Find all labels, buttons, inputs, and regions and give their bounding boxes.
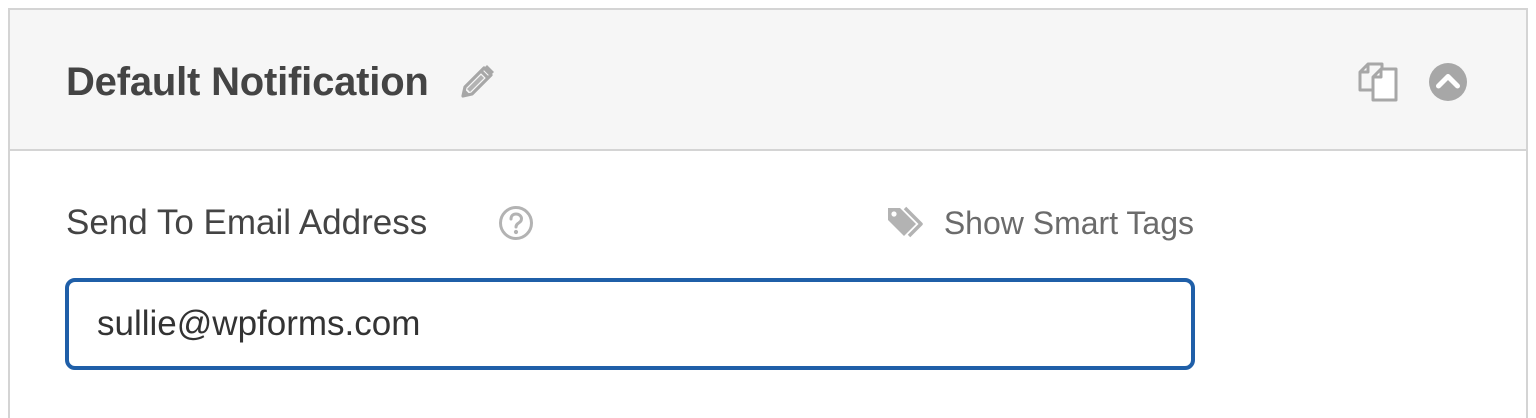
question-circle-icon[interactable] [498,205,534,241]
send-to-email-label: Send To Email Address [66,203,428,242]
show-smart-tags-link[interactable]: Show Smart Tags [886,203,1194,243]
email-input-wrapper [65,278,1195,370]
header-title-group: Default Notification [66,56,497,108]
pencil-icon[interactable] [457,62,497,102]
notification-title: Default Notification [66,59,429,104]
panel-header[interactable]: Default Notification [10,10,1526,151]
send-to-email-input[interactable] [65,278,1195,370]
field-label-row: Send To Email Address Show Smart Tags [66,203,1194,243]
duplicate-icon[interactable] [1356,60,1400,104]
header-actions [1356,60,1470,104]
notification-panel: Default Notification Send To Email Addre… [8,8,1528,418]
show-smart-tags-label: Show Smart Tags [943,205,1194,241]
chevron-up-circle-icon[interactable] [1426,60,1470,104]
tags-icon [886,205,928,241]
